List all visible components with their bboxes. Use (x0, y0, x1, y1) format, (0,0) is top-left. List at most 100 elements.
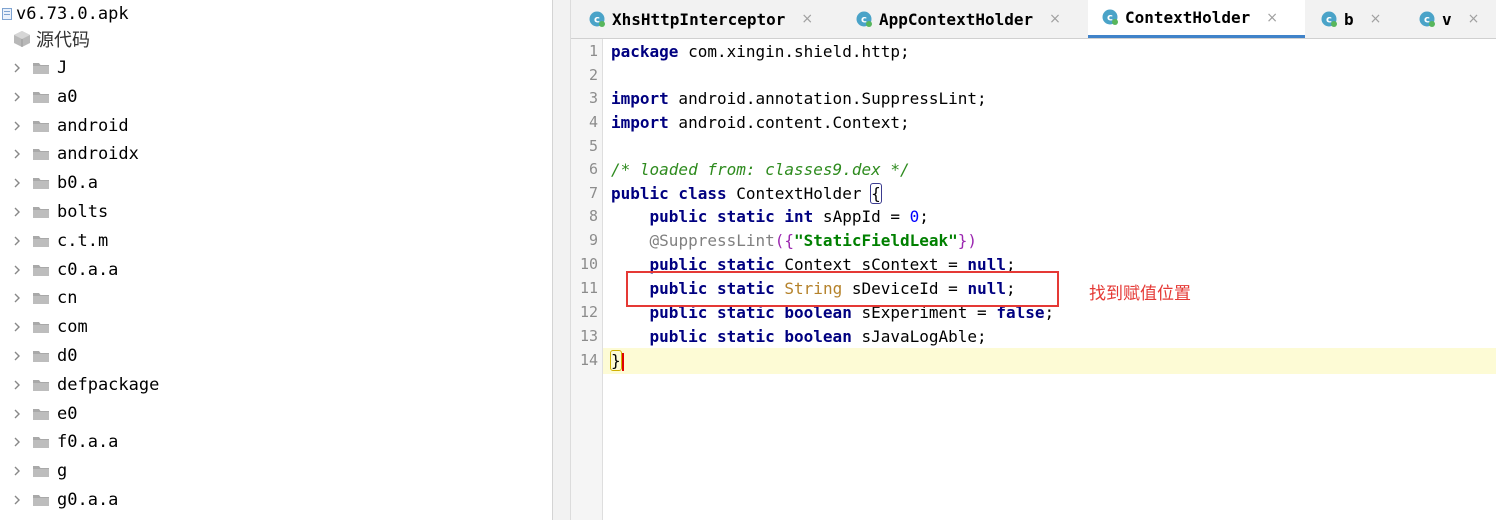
code-line-3[interactable]: import android.annotation.SuppressLint; (611, 87, 987, 111)
tab-label: b (1344, 9, 1354, 29)
chevron-right-icon[interactable] (12, 409, 22, 419)
tree-item[interactable]: androidx (0, 140, 139, 168)
tree-item-label: c.t.m (57, 230, 109, 251)
tree-item-label: com (57, 317, 88, 338)
folder-icon (32, 263, 50, 277)
folder-icon (32, 205, 50, 219)
folder-icon (32, 493, 50, 507)
chevron-right-icon[interactable] (12, 121, 22, 131)
chevron-right-icon[interactable] (12, 466, 22, 476)
chevron-right-icon[interactable] (12, 265, 22, 275)
line-number: 7 (588, 184, 598, 202)
tree-item-label: J (57, 58, 68, 78)
line-number: 5 (588, 137, 598, 155)
tree-item[interactable]: c0.a.a (0, 256, 118, 284)
java-class-icon: c (1321, 11, 1338, 28)
tab-xhs-http-interceptor[interactable]: c XhsHttpInterceptor × (579, 0, 839, 38)
code-line-1[interactable]: package com.xingin.shield.http; (611, 40, 910, 64)
matched-brace: } (610, 350, 622, 371)
chevron-right-icon[interactable] (12, 495, 22, 505)
chevron-right-icon[interactable] (12, 293, 22, 303)
tree-item-label: c0.a.a (57, 259, 119, 280)
folder-icon (32, 291, 50, 305)
tab-close-icon[interactable]: × (801, 11, 813, 27)
tab-context-holder[interactable]: c ContextHolder × (1088, 0, 1305, 38)
folder-icon (32, 407, 50, 421)
chevron-right-icon[interactable] (12, 149, 22, 159)
chevron-right-icon[interactable] (12, 236, 22, 246)
chevron-right-icon[interactable] (12, 380, 22, 390)
tree-item[interactable]: android (0, 112, 129, 140)
folder-icon (32, 119, 50, 133)
folder-icon (32, 147, 50, 161)
folder-icon (32, 90, 50, 104)
chevron-right-icon[interactable] (12, 207, 22, 217)
chevron-right-icon[interactable] (12, 351, 22, 361)
package-box-icon (12, 30, 32, 48)
java-class-icon: c (856, 11, 873, 28)
tree-root[interactable]: v6.73.0.apk (0, 0, 129, 28)
tree-item-label: a0 (57, 86, 78, 107)
line-number: 4 (588, 113, 598, 131)
chevron-right-icon[interactable] (12, 178, 22, 188)
tree-root-label: v6.73.0.apk (16, 4, 129, 24)
line-number: 6 (588, 160, 598, 178)
chevron-right-icon[interactable] (12, 63, 22, 73)
tree-item[interactable]: d0 (0, 342, 77, 370)
tree-item[interactable]: e0 (0, 400, 77, 428)
chevron-right-icon[interactable] (12, 322, 22, 332)
tree-source-node[interactable]: 源代码 (0, 25, 90, 53)
tree-item[interactable]: bolts (0, 198, 108, 226)
code-line-6[interactable]: /* loaded from: classes9.dex */ (611, 158, 910, 182)
highlight-box (626, 271, 1059, 307)
code-line-4[interactable]: import android.content.Context; (611, 111, 910, 135)
java-class-icon: c (1102, 9, 1119, 26)
tab-v[interactable]: c v × (1409, 0, 1496, 38)
tab-close-icon[interactable]: × (1370, 11, 1382, 27)
tree-item[interactable]: J (0, 54, 67, 82)
code-line-7[interactable]: public class ContextHolder { (611, 182, 882, 206)
tree-item[interactable]: defpackage (0, 371, 159, 399)
tree-item[interactable]: g (0, 457, 67, 485)
tab-b[interactable]: c b × (1311, 0, 1411, 38)
tab-close-icon[interactable]: × (1049, 11, 1061, 27)
folder-icon (32, 61, 50, 75)
text-caret (621, 352, 624, 371)
folder-icon (32, 349, 50, 363)
tree-item[interactable]: cn (0, 284, 77, 312)
java-class-icon: c (1419, 11, 1436, 28)
tab-close-icon[interactable]: × (1266, 10, 1278, 26)
tree-item[interactable]: com (0, 313, 88, 341)
tree-item[interactable]: c.t.m (0, 227, 108, 255)
tree-item-label: androidx (57, 144, 139, 165)
tree-item-label: b0.a (57, 173, 98, 194)
tree-item[interactable]: g0.a.a (0, 486, 118, 514)
tree-item-label: bolts (57, 202, 109, 222)
tree-item[interactable]: b0.a (0, 169, 98, 197)
tab-app-context-holder[interactable]: c AppContextHolder × (846, 0, 1086, 38)
chevron-right-icon[interactable] (12, 437, 22, 447)
folder-icon (32, 464, 50, 478)
matched-brace: { (870, 183, 882, 204)
annotation-note: 找到赋值位置 (1089, 284, 1191, 304)
tree-source-label: 源代码 (36, 30, 90, 51)
tree-item-label: g0.a.a (57, 490, 119, 510)
code-line-9[interactable]: @SuppressLint({"StaticFieldLeak"}) (611, 229, 978, 253)
line-number: 13 (579, 327, 598, 345)
folder-icon (32, 378, 50, 392)
tree-item-label: f0.a.a (57, 432, 119, 453)
tree-item[interactable]: a0 (0, 83, 77, 111)
code-line-14[interactable]: } (610, 349, 624, 373)
code-editor[interactable]: 1 2 3 4 5 6 7 8 9 10 11 12 13 14 package com.xingin.s… (571, 39, 1496, 520)
code-line-13[interactable]: public static boolean sJavaLogAble; (611, 325, 987, 349)
code-line-8[interactable]: public static int sAppId = 0; (611, 205, 929, 229)
tree-item[interactable]: f0.a.a (0, 428, 118, 456)
tab-label: ContextHolder (1125, 8, 1251, 27)
editor-tab-bar: c XhsHttpInterceptor × c AppContextHolde… (571, 0, 1496, 39)
line-number: 2 (588, 66, 598, 84)
line-number-gutter: 1 2 3 4 5 6 7 8 9 10 11 12 13 14 (571, 39, 603, 520)
chevron-right-icon[interactable] (12, 92, 22, 102)
tree-item-label: defpackage (57, 374, 160, 395)
apk-file-icon (2, 8, 12, 20)
tab-close-icon[interactable]: × (1468, 11, 1480, 27)
